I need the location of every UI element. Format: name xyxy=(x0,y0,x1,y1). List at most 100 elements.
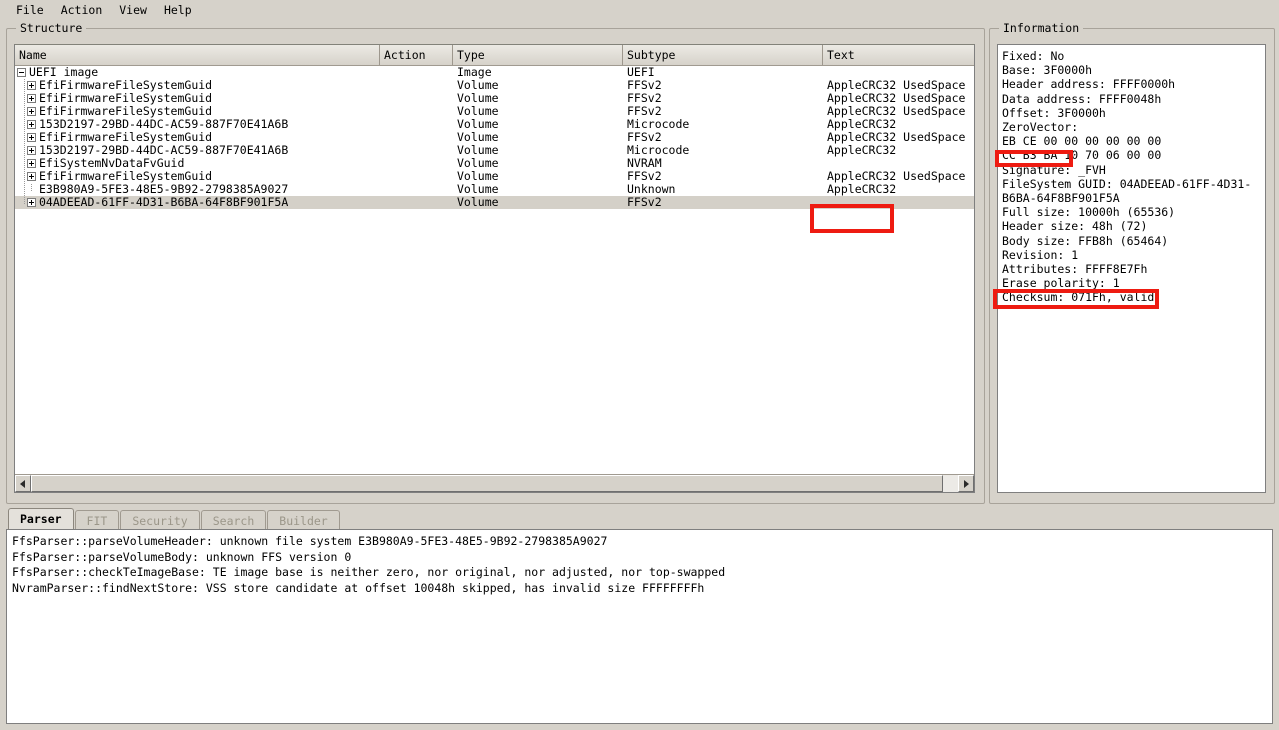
information-line: FileSystem GUID: 04ADEEAD-61FF-4D31- xyxy=(1002,176,1252,191)
node-label: 04ADEEAD-61FF-4D31-B6BA-64F8BF901F5A xyxy=(39,196,289,209)
cell-type: Volume xyxy=(457,170,499,183)
cell-action xyxy=(380,131,453,144)
cell-action xyxy=(380,66,453,79)
cell-action xyxy=(380,144,453,157)
cell-type: Volume xyxy=(457,196,499,209)
tab-parser[interactable]: Parser xyxy=(8,508,74,530)
node-label: E3B980A9-5FE3-48E5-9B92-2798385A9027 xyxy=(39,183,289,196)
cell-text: AppleCRC32 UsedSpace xyxy=(827,92,966,105)
cell-subtype: FFSv2 xyxy=(627,79,662,92)
information-line: Body size: FFB8h (65464) xyxy=(1002,233,1169,248)
menu-item-help[interactable]: Help xyxy=(156,1,201,19)
tab-bar: Parser FIT Security Search Builder xyxy=(6,508,1273,530)
bottom-tab-panel: Parser FIT Security Search Builder FfsParser… xyxy=(6,508,1273,724)
tree-rows-container: UEFI image Image UEFI EfiFirmwareFileSystem… xyxy=(15,66,974,472)
table-row[interactable]: EfiFirmwareFileSystemGuid Volume FFSv2 Appl… xyxy=(15,170,974,183)
cell-name: UEFI image xyxy=(15,66,380,79)
cell-type: Volume xyxy=(457,131,499,144)
node-label: EfiFirmwareFileSystemGuid xyxy=(39,105,213,118)
cell-subtype: NVRAM xyxy=(627,157,662,170)
column-header-text[interactable]: Text xyxy=(823,45,974,65)
information-line: Revision: 1 xyxy=(1002,247,1079,262)
information-line: Base: 3F0000h xyxy=(1002,63,1093,78)
parser-log-area[interactable]: FfsParser::parseVolumeHeader: unknown fi… xyxy=(6,529,1273,724)
expand-node-icon[interactable] xyxy=(27,81,36,90)
cell-text: AppleCRC32 xyxy=(827,183,897,196)
scrollbar-thumb[interactable] xyxy=(31,475,943,492)
node-label: EfiSystemNvDataFvGuid xyxy=(39,157,185,170)
column-header-action[interactable]: Action xyxy=(380,45,453,65)
expand-node-icon[interactable] xyxy=(27,159,36,168)
column-header-subtype[interactable]: Subtype xyxy=(623,45,823,65)
table-row[interactable]: 153D2197-29BD-44DC-AC59-887F70E41A6B Volu… xyxy=(15,144,974,157)
information-panel-title: Information xyxy=(999,22,1084,35)
scrollbar-track[interactable] xyxy=(31,475,958,492)
information-line: Offset: 3F0000h xyxy=(1002,105,1106,120)
cell-type: Volume xyxy=(457,144,499,157)
table-row[interactable]: EfiFirmwareFileSystemGuid Volume FFSv2 Appl… xyxy=(15,131,974,144)
tab-builder[interactable]: Builder xyxy=(267,510,340,530)
cell-text xyxy=(823,66,974,79)
table-row[interactable]: EfiFirmwareFileSystemGuid Volume FFSv2 Appl… xyxy=(15,79,974,92)
cell-action xyxy=(380,79,453,92)
table-row[interactable]: EfiFirmwareFileSystemGuid Volume FFSv2 Appl… xyxy=(15,105,974,118)
cell-subtype: UEFI xyxy=(627,66,655,79)
information-line: Full size: 10000h (65536) xyxy=(1002,205,1176,220)
cell-action xyxy=(380,157,453,170)
expand-node-icon[interactable] xyxy=(27,94,36,103)
tab-search[interactable]: Search xyxy=(200,510,267,530)
log-line: FfsParser::checkTeImageBase: TE image ba… xyxy=(12,565,726,580)
expand-node-icon[interactable] xyxy=(27,198,36,207)
cell-text xyxy=(823,157,974,170)
cell-text: AppleCRC32 xyxy=(827,144,897,157)
table-row[interactable]: 153D2197-29BD-44DC-AC59-887F70E41A6B Volu… xyxy=(15,118,974,131)
tree-column-headers: Name Action Type Subtype Text xyxy=(15,45,974,66)
table-row[interactable]: EfiFirmwareFileSystemGuid Volume FFSv2 Appl… xyxy=(15,92,974,105)
expand-node-icon[interactable] xyxy=(27,107,36,116)
table-row[interactable]: EfiSystemNvDataFvGuid Volume NVRAM xyxy=(15,157,974,170)
column-header-type[interactable]: Type xyxy=(453,45,623,65)
scroll-right-arrow-icon[interactable] xyxy=(958,475,974,492)
table-row[interactable]: 04ADEEAD-61FF-4D31-B6BA-64F8BF901F5A Volu… xyxy=(15,196,974,209)
cell-name: EfiFirmwareFileSystemGuid xyxy=(15,79,380,92)
tree-horizontal-scrollbar[interactable] xyxy=(15,474,974,492)
expand-node-icon[interactable] xyxy=(27,172,36,181)
menu-item-action[interactable]: Action xyxy=(53,1,112,19)
information-line: Data address: FFFF0048h xyxy=(1002,91,1162,106)
tab-security[interactable]: Security xyxy=(120,510,200,530)
menu-bar: File Action View Help xyxy=(0,0,1279,19)
cell-name: EfiFirmwareFileSystemGuid xyxy=(15,92,380,105)
expand-node-icon[interactable] xyxy=(27,146,36,155)
table-row[interactable]: E3B980A9-5FE3-48E5-9B92-2798385A9027 Volu… xyxy=(15,183,974,196)
information-line: Attributes: FFFF8E7Fh xyxy=(1002,262,1148,277)
column-header-name[interactable]: Name xyxy=(15,45,380,65)
information-text-area[interactable]: Fixed: No Base: 3F0000h Header address: FF… xyxy=(997,44,1266,493)
cell-subtype: FFSv2 xyxy=(627,105,662,118)
tree-leaf-marker-icon xyxy=(27,183,36,194)
menu-item-view[interactable]: View xyxy=(111,1,156,19)
information-line: Fixed: No xyxy=(1002,49,1065,63)
cell-action xyxy=(380,92,453,105)
scroll-left-arrow-icon[interactable] xyxy=(15,475,31,492)
cell-type: Volume xyxy=(457,79,499,92)
tab-fit[interactable]: FIT xyxy=(74,510,120,530)
structure-tree[interactable]: Name Action Type Subtype Text UEFI image… xyxy=(14,44,975,493)
cell-type: Volume xyxy=(457,157,499,170)
cell-type: Image xyxy=(457,66,492,79)
structure-panel-title: Structure xyxy=(16,22,87,35)
collapse-node-icon[interactable] xyxy=(17,68,26,77)
cell-type: Volume xyxy=(457,118,499,131)
node-label: UEFI image xyxy=(29,66,99,79)
information-panel: Information Fixed: No Base: 3F0000h Header… xyxy=(989,22,1275,504)
node-label: 153D2197-29BD-44DC-AC59-887F70E41A6B xyxy=(39,144,289,157)
menu-item-file[interactable]: File xyxy=(8,1,53,19)
structure-panel: Structure Name Action Type Subtype Text … xyxy=(6,22,985,504)
cell-subtype: FFSv2 xyxy=(627,131,662,144)
information-line: Header size: 48h (72) xyxy=(1002,219,1148,234)
table-row[interactable]: UEFI image Image UEFI xyxy=(15,66,974,79)
cell-action xyxy=(380,196,453,209)
expand-node-icon[interactable] xyxy=(27,120,36,129)
expand-node-icon[interactable] xyxy=(27,133,36,142)
cell-action xyxy=(380,105,453,118)
cell-name: 04ADEEAD-61FF-4D31-B6BA-64F8BF901F5A xyxy=(15,196,380,209)
